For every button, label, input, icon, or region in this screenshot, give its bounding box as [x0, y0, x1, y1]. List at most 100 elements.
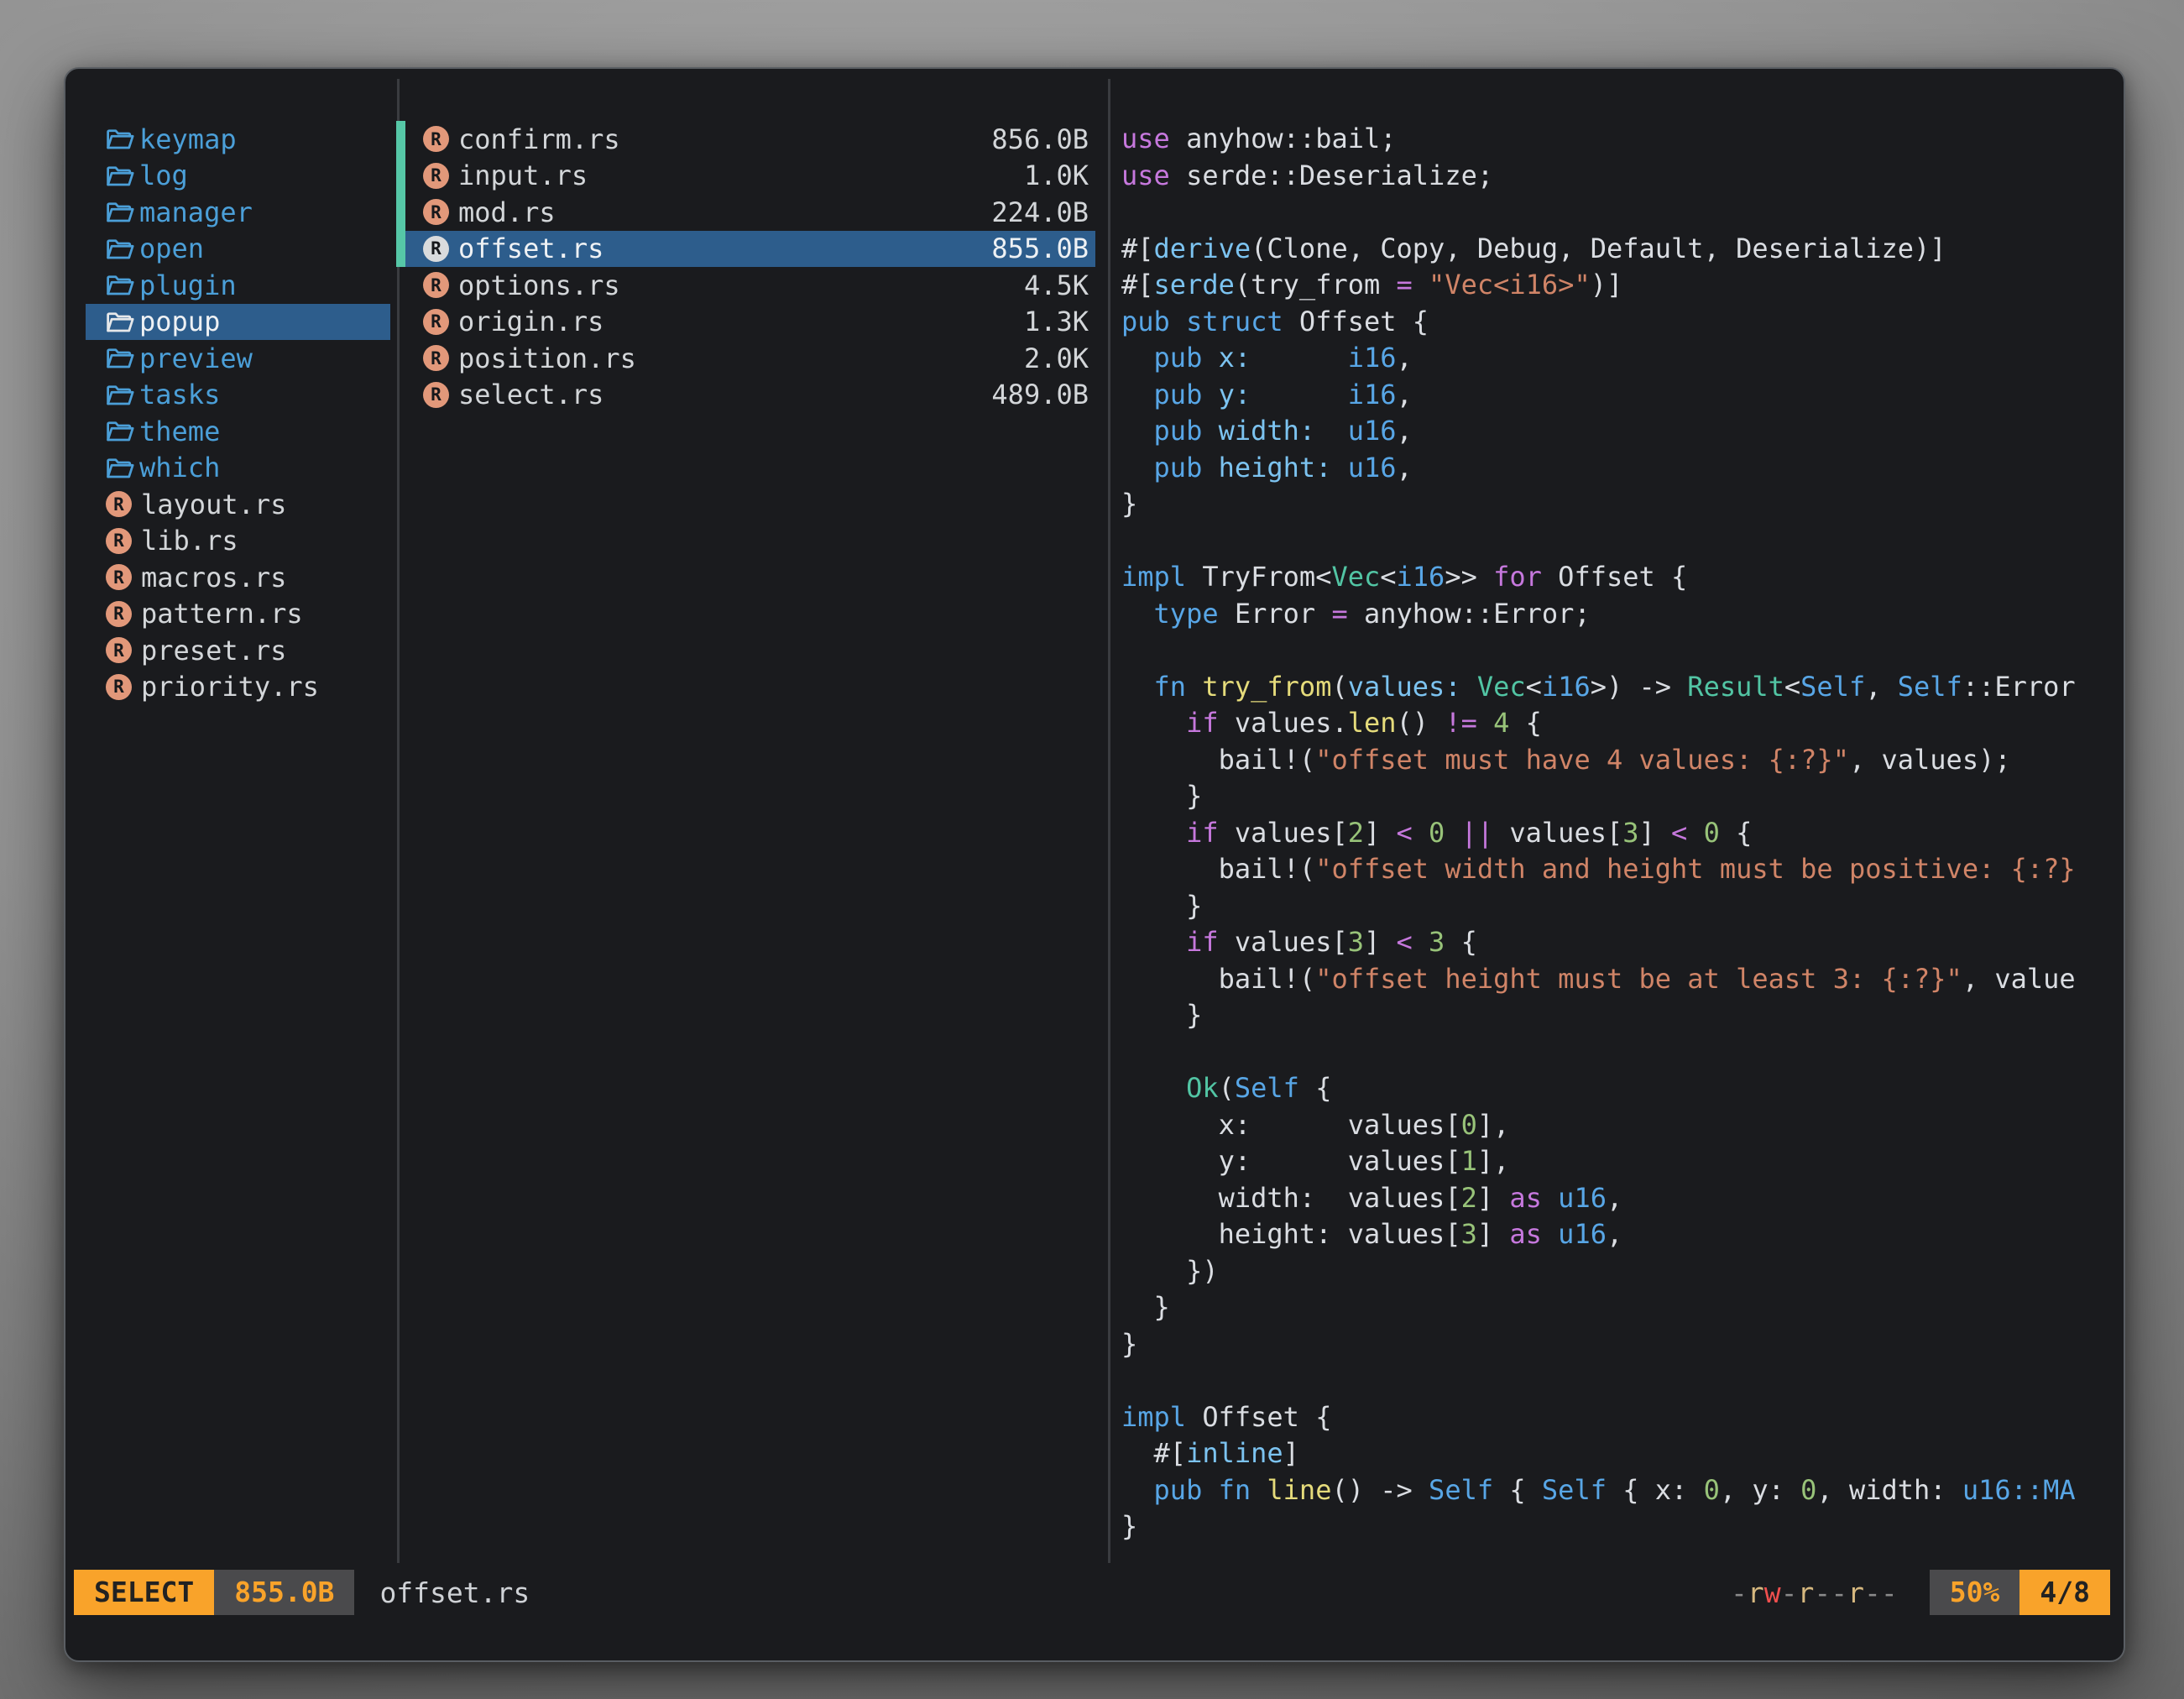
sidebar-item-log[interactable]: log — [86, 158, 390, 195]
code-line — [1121, 523, 2110, 560]
sidebar-item-preset.rs[interactable]: Rpreset.rs — [86, 632, 390, 669]
code-line: width: values[2] as u16, — [1121, 1180, 2110, 1217]
code-line: use anyhow::bail; — [1121, 121, 2110, 158]
file-item-position.rs[interactable]: Rposition.rs2.0K — [396, 340, 1095, 377]
open-folder-icon — [106, 237, 139, 261]
status-bar: SELECT 855.0B offset.rs -rw-r--r-- 50% 4… — [74, 1570, 2110, 1615]
folder-name: which — [139, 452, 220, 484]
code-line: y: values[1], — [1121, 1143, 2110, 1180]
rust-file-icon: R — [423, 309, 449, 335]
code-line: pub width: u16, — [1121, 413, 2110, 450]
file-name: macros.rs — [141, 562, 286, 593]
code-line — [1121, 632, 2110, 669]
pane-divider — [1108, 79, 1110, 1563]
code-line: } — [1121, 778, 2110, 815]
mode-badge: SELECT — [74, 1570, 214, 1615]
file-item-input.rs[interactable]: Rinput.rs1.0K — [396, 158, 1095, 195]
rust-file-icon: R — [423, 126, 449, 152]
sidebar-item-keymap[interactable]: keymap — [86, 121, 390, 158]
sidebar-item-plugin[interactable]: plugin — [86, 267, 390, 304]
rust-file-icon: R — [106, 601, 132, 627]
sidebar-item-manager[interactable]: manager — [86, 194, 390, 231]
yazi-file-manager-window: keymaplogmanager openpluginpopuppreviewta… — [64, 67, 2125, 1662]
folder-name: popup — [139, 306, 220, 337]
rust-file-icon: R — [423, 382, 449, 408]
rust-file-icon: R — [423, 272, 449, 298]
rust-file-icon: R — [423, 199, 449, 225]
code-line: } — [1121, 1289, 2110, 1326]
code-line: pub x: i16, — [1121, 340, 2110, 377]
file-item-confirm.rs[interactable]: Rconfirm.rs856.0B — [396, 121, 1095, 158]
code-line: pub struct Offset { — [1121, 304, 2110, 341]
rust-file-icon: R — [423, 236, 449, 262]
file-name: lib.rs — [141, 525, 238, 557]
file-name: offset.rs — [458, 233, 991, 264]
file-name: layout.rs — [141, 489, 286, 520]
open-folder-icon — [106, 383, 139, 407]
open-folder-icon — [106, 456, 134, 480]
code-line: bail!("offset height must be at least 3:… — [1121, 961, 2110, 998]
sidebar-item-layout.rs[interactable]: Rlayout.rs — [86, 486, 390, 523]
file-size: 855.0B — [991, 233, 1095, 264]
file-name: input.rs — [458, 159, 1024, 191]
open-folder-icon — [106, 346, 134, 370]
open-folder-icon — [106, 310, 134, 334]
rust-file-icon: R — [423, 163, 449, 189]
rust-file-icon: R — [423, 345, 449, 371]
code-line: type Error = anyhow::Error; — [1121, 596, 2110, 633]
sidebar-item-lib.rs[interactable]: Rlib.rs — [86, 523, 390, 560]
file-item-mod.rs[interactable]: Rmod.rs224.0B — [396, 194, 1095, 231]
sidebar-item-priority.rs[interactable]: Rpriority.rs — [86, 669, 390, 706]
code-line: }) — [1121, 1253, 2110, 1290]
file-item-select.rs[interactable]: Rselect.rs489.0B — [396, 377, 1095, 414]
file-item-origin.rs[interactable]: Rorigin.rs1.3K — [396, 304, 1095, 341]
file-size: 2.0K — [1024, 342, 1095, 374]
sidebar-item-open[interactable]: open — [86, 231, 390, 268]
code-line: } — [1121, 1508, 2110, 1545]
sidebar-item-popup[interactable]: popup — [86, 304, 390, 341]
selected-size-badge: 855.0B — [214, 1570, 354, 1615]
folder-name: open — [139, 233, 204, 264]
sidebar-item-tasks[interactable]: tasks — [86, 377, 390, 414]
file-name: preset.rs — [141, 635, 286, 667]
file-name: position.rs — [458, 342, 1024, 374]
code-line: #[derive(Clone, Copy, Debug, Default, De… — [1121, 231, 2110, 268]
open-folder-icon — [106, 200, 134, 224]
code-line: if values[3] < 3 { — [1121, 924, 2110, 961]
open-folder-icon — [106, 383, 134, 407]
file-name: mod.rs — [458, 196, 991, 228]
file-size: 1.3K — [1024, 306, 1095, 337]
file-size: 489.0B — [991, 379, 1095, 410]
open-folder-icon — [106, 237, 134, 261]
code-line: } — [1121, 1326, 2110, 1363]
code-line — [1121, 1034, 2110, 1071]
file-preview-pane[interactable]: use anyhow::bail;use serde::Deserialize;… — [1121, 121, 2110, 1573]
file-name: pattern.rs — [141, 598, 303, 630]
open-folder-icon — [106, 346, 139, 370]
open-folder-icon — [106, 273, 134, 297]
sidebar-item-which[interactable]: which — [86, 450, 390, 487]
file-size: 1.0K — [1024, 159, 1095, 191]
code-line: Ok(Self { — [1121, 1070, 2110, 1107]
code-line: } — [1121, 486, 2110, 523]
status-filename: offset.rs — [379, 1576, 530, 1609]
code-line: if values[2] < 0 || values[3] < 0 { — [1121, 815, 2110, 852]
open-folder-icon — [106, 127, 139, 151]
open-folder-icon — [106, 200, 139, 224]
sidebar-item-theme[interactable]: theme — [86, 413, 390, 450]
code-line: } — [1121, 888, 2110, 925]
code-line: fn try_from(values: Vec<i16>) -> Result<… — [1121, 669, 2110, 706]
code-line: impl TryFrom<Vec<i16>> for Offset { — [1121, 559, 2110, 596]
sidebar-item-preview[interactable]: preview — [86, 340, 390, 377]
code-line: pub y: i16, — [1121, 377, 2110, 414]
sidebar-item-pattern.rs[interactable]: Rpattern.rs — [86, 596, 390, 633]
file-item-options.rs[interactable]: Roptions.rs4.5K — [396, 267, 1095, 304]
open-folder-icon — [106, 419, 134, 443]
folder-name: manager — [139, 196, 253, 228]
open-folder-icon — [106, 164, 139, 188]
code-line: } — [1121, 997, 2110, 1034]
sidebar-item-macros.rs[interactable]: Rmacros.rs — [86, 559, 390, 596]
file-item-offset.rs[interactable]: Roffset.rs855.0B — [396, 231, 1095, 268]
code-line: impl Offset { — [1121, 1399, 2110, 1436]
rust-file-icon: R — [106, 564, 132, 590]
